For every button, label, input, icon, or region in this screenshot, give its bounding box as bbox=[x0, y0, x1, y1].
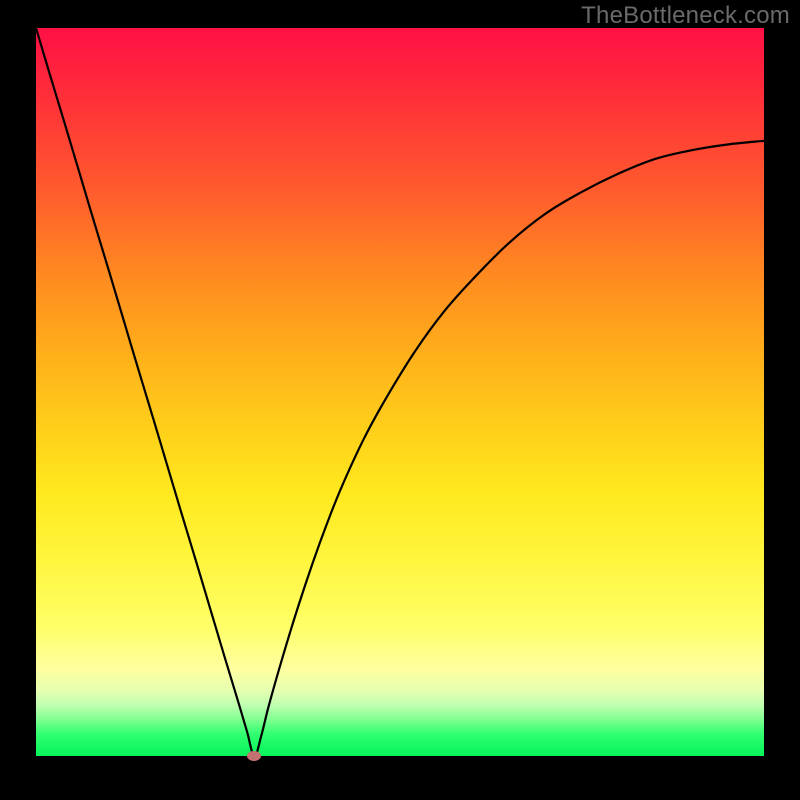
minimum-marker bbox=[247, 751, 261, 761]
plot-area bbox=[36, 28, 764, 756]
watermark-text: TheBottleneck.com bbox=[581, 2, 790, 30]
bottleneck-curve bbox=[36, 28, 764, 756]
chart-container: TheBottleneck.com bbox=[0, 0, 800, 800]
